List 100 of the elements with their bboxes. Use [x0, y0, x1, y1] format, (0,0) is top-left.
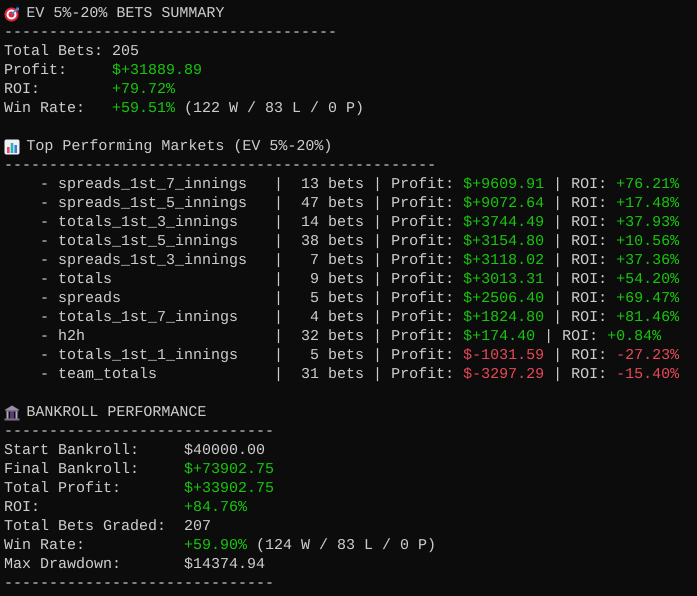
separator: | — [553, 346, 562, 365]
separator: | — [373, 194, 382, 213]
profit-value: $+9609.91 — [463, 175, 544, 194]
stat-value: 207 — [184, 517, 212, 536]
market-name: - spreads_1st_5_innings — [40, 194, 248, 213]
separator: | — [274, 327, 284, 346]
stat-value: $+33902.75 — [184, 479, 274, 498]
roi-label: ROI: — [562, 327, 598, 346]
separator: | — [274, 346, 284, 365]
profit-value: $-3297.29 — [463, 365, 544, 384]
separator: | — [373, 289, 382, 308]
stat-value: $+73902.75 — [184, 460, 274, 479]
market-name: - totals_1st_5_innings — [40, 232, 240, 251]
profit-label: Profit: — [391, 251, 454, 270]
separator: | — [553, 308, 562, 327]
stat-label: Final Bankroll: — [4, 460, 140, 479]
roi-value: +10.56% — [616, 232, 680, 251]
market-name: - spreads_1st_7_innings — [40, 175, 248, 194]
market-name: - totals_1st_7_innings — [40, 308, 240, 327]
separator: | — [373, 308, 382, 327]
separator: | — [274, 308, 284, 327]
separator: | — [373, 232, 382, 251]
stat-value: 205 — [112, 42, 140, 61]
roi-label: ROI: — [571, 213, 608, 232]
separator: | — [274, 175, 284, 194]
profit-label: Profit: — [391, 289, 454, 308]
separator: | — [553, 175, 562, 194]
profit-value: $+3744.49 — [463, 213, 544, 232]
stat-label: ROI: — [4, 498, 42, 517]
separator: | — [553, 232, 562, 251]
stat-label: Max Drawdown: — [4, 555, 122, 574]
roi-value: +69.47% — [616, 289, 680, 308]
stat-label: ROI: — [4, 80, 42, 99]
bet-count: 5 bets — [309, 346, 364, 365]
bet-count: 47 bets — [300, 194, 364, 213]
stat-label: Total Bets: — [4, 42, 104, 61]
bet-count: 14 bets — [300, 213, 364, 232]
bet-count: 7 bets — [309, 251, 364, 270]
stat-detail: (124 W / 83 L / 0 P) — [256, 536, 436, 555]
profit-value: $+3118.02 — [463, 251, 544, 270]
market-name: - spreads_1st_3_innings — [40, 251, 248, 270]
separator: | — [274, 232, 284, 251]
profit-value: $-1031.59 — [463, 346, 544, 365]
profit-label: Profit: — [391, 308, 454, 327]
bet-count: 32 bets — [300, 327, 364, 346]
stat-value: +59.51% — [112, 99, 176, 118]
section-title: BANKROLL PERFORMANCE — [26, 403, 206, 422]
profit-value: $+3154.80 — [463, 232, 544, 251]
market-name: - h2h — [40, 327, 86, 346]
stat-value: +84.76% — [184, 498, 248, 517]
bet-count: 5 bets — [309, 289, 364, 308]
bank-icon — [4, 404, 20, 420]
separator: | — [553, 365, 562, 384]
separator: | — [544, 327, 554, 346]
separator: | — [553, 213, 562, 232]
stat-detail: (122 W / 83 L / 0 P) — [184, 99, 364, 118]
divider-line: ------------------------------------- — [4, 23, 338, 42]
roi-label: ROI: — [571, 289, 608, 308]
bet-count: 13 bets — [300, 175, 364, 194]
stat-label: Win Rate: — [4, 536, 86, 555]
stat-value: $+31889.89 — [112, 61, 202, 80]
separator: | — [373, 251, 382, 270]
market-name: - totals_1st_3_innings — [40, 213, 240, 232]
bet-count: 9 bets — [309, 270, 364, 289]
market-name: - totals — [40, 270, 114, 289]
roi-label: ROI: — [571, 365, 608, 384]
roi-label: ROI: — [571, 346, 608, 365]
separator: | — [373, 346, 382, 365]
separator: | — [373, 365, 382, 384]
bet-count: 38 bets — [300, 232, 364, 251]
separator: | — [373, 327, 382, 346]
roi-label: ROI: — [571, 251, 608, 270]
market-name: - spreads — [40, 289, 122, 308]
roi-value: -27.23% — [616, 346, 680, 365]
separator: | — [274, 251, 284, 270]
roi-value: +0.84% — [607, 327, 662, 346]
separator: | — [553, 194, 562, 213]
profit-label: Profit: — [391, 270, 454, 289]
separator: | — [373, 213, 382, 232]
stat-value: +79.72% — [112, 80, 176, 99]
bet-count: 4 bets — [309, 308, 364, 327]
profit-value: $+9072.64 — [463, 194, 544, 213]
profit-label: Profit: — [391, 175, 454, 194]
section-title: EV 5%-20% BETS SUMMARY — [26, 4, 224, 23]
roi-label: ROI: — [571, 232, 608, 251]
roi-value: +37.36% — [616, 251, 680, 270]
roi-value: +37.93% — [616, 213, 680, 232]
separator: | — [274, 213, 284, 232]
separator: | — [553, 289, 562, 308]
roi-value: +76.21% — [616, 175, 680, 194]
divider-line: ------------------------------ — [4, 422, 274, 441]
separator: | — [274, 194, 284, 213]
stat-label: Total Bets Graded: — [4, 517, 168, 536]
stat-label: Win Rate: — [4, 99, 86, 118]
divider-line: ------------------------------------------------ — [4, 156, 436, 175]
market-name: - totals_1st_1_innings — [40, 346, 240, 365]
profit-label: Profit: — [391, 213, 454, 232]
stat-label: Start Bankroll: — [4, 441, 140, 460]
separator: | — [274, 365, 284, 384]
bet-count: 31 bets — [300, 365, 364, 384]
